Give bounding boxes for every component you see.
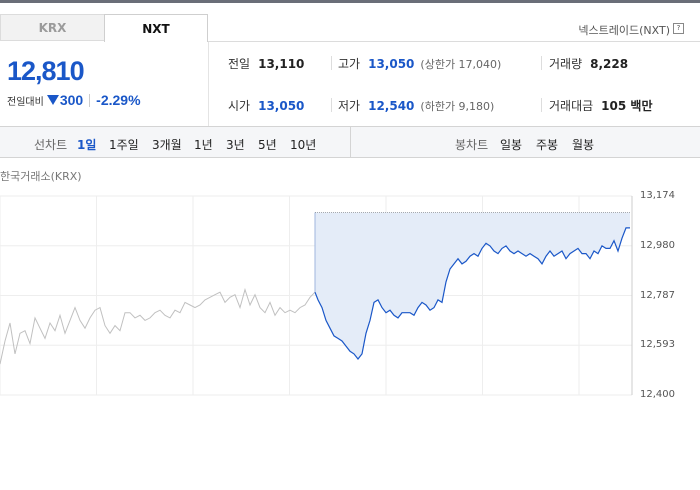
stat-label: 시가 [228,99,251,113]
y-tick-label: 12,593 [640,339,675,351]
period-bar-divider [350,127,351,157]
stat-label: 저가 [338,99,361,113]
period-1y[interactable]: 1년 [194,136,213,153]
stat-separator [541,98,542,112]
help-icon[interactable]: ? [673,23,684,34]
y-tick-label: 12,787 [640,289,675,301]
y-tick-label: 13,174 [640,190,675,201]
down-triangle-icon [46,95,59,105]
period-1d[interactable]: 1일 [77,136,96,153]
stat-value: 12,540 [368,99,415,113]
stat-value: 105 백만 [601,99,653,113]
nxt-market-label: 넥스트레이드(NXT) [578,24,670,37]
stat-label: 거래대금 [549,99,594,113]
stat-separator [331,98,332,112]
price-chart[interactable] [0,188,700,398]
upper-limit: (상한가 17,040) [420,58,502,71]
tab-krx[interactable]: KRX [0,14,105,41]
period-3m[interactable]: 3개월 [152,136,182,153]
stat-label: 전일 [228,57,251,71]
y-tick-label: 12,980 [640,239,675,251]
y-tick-label: 12,400 [640,389,675,400]
lower-limit: (하한가 9,180) [420,100,495,113]
change-label: 전일대비 [7,96,44,108]
stat-amount: 거래대금 105 백만 [549,97,652,114]
change-amount: 300 [59,92,84,108]
price-change-row: 전일대비 300 -2.29% [7,92,141,108]
chart-period-bar: 선차트 1일 1주일 3개월 1년 3년 5년 10년 봉차트 일봉 주봉 월봉 [0,127,700,158]
series-area-fill [315,212,630,359]
candle-weekly[interactable]: 주봉 [536,136,558,153]
line-chart-label: 선차트 [34,138,68,152]
stat-value: 8,228 [590,57,629,71]
candle-daily[interactable]: 일봉 [500,136,522,153]
chart-title: 한국거래소(KRX) [0,170,82,183]
stat-value: 13,110 [258,57,305,71]
stat-label: 거래량 [549,57,583,71]
price-divider [208,42,209,126]
tab-nxt[interactable]: NXT [104,14,208,42]
stat-separator [331,56,332,70]
stat-high: 고가 13,050 (상한가 17,040) [338,55,501,72]
stat-label: 고가 [338,57,361,71]
stat-separator [541,56,542,70]
stat-open: 시가 13,050 [228,97,304,114]
top-border [0,0,700,3]
stat-volume: 거래량 8,228 [549,55,628,72]
candle-monthly[interactable]: 월봉 [572,136,594,153]
stat-low: 저가 12,540 (하한가 9,180) [338,97,494,114]
period-3y[interactable]: 3년 [226,136,245,153]
stat-value: 13,050 [368,57,415,71]
series-line-krx [0,287,316,365]
stat-value: 13,050 [258,99,305,113]
price-chart-svg [0,195,633,396]
period-10y[interactable]: 10년 [290,136,316,153]
period-1w[interactable]: 1주일 [109,136,139,153]
current-price: 12,810 [7,56,85,86]
stat-prev-close: 전일 13,110 [228,55,304,72]
candle-chart-label: 봉차트 [455,138,489,152]
tab-underline [208,41,700,42]
change-percent: -2.29% [96,92,141,108]
change-separator [89,93,91,107]
period-5y[interactable]: 5년 [258,136,277,153]
